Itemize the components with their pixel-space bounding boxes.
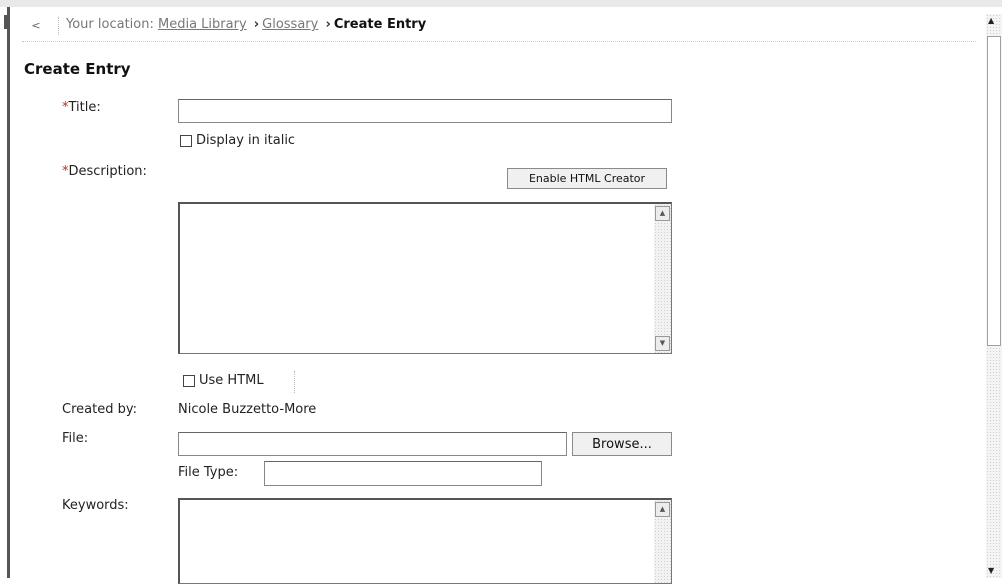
use-html-checkbox[interactable]: Use HTML: [183, 373, 264, 388]
window-top-edge: [0, 0, 1002, 7]
italic-checkbox[interactable]: Display in italic: [180, 133, 295, 148]
file-type-label: File Type:: [178, 465, 239, 480]
breadcrumb-link-glossary[interactable]: Glossary: [262, 17, 318, 32]
page-scrollbar[interactable]: ▲ ▼: [986, 14, 1002, 578]
description-label: *Description:: [62, 164, 147, 179]
breadcrumb-arrow: ›: [253, 17, 260, 32]
frame-left-marker: [4, 15, 7, 29]
use-html-label: Use HTML: [199, 373, 264, 388]
enable-html-creator-button[interactable]: Enable HTML Creator: [507, 168, 667, 189]
divider: [294, 371, 295, 393]
created-by-value: Nicole Buzzetto-More: [178, 402, 317, 417]
file-path-input[interactable]: [178, 432, 567, 456]
breadcrumb-prefix: Your location:: [66, 17, 154, 32]
page-title: Create Entry: [24, 60, 131, 78]
breadcrumb: Your location: Media Library › Glossary ›…: [66, 17, 426, 32]
scrollbar-thumb[interactable]: [987, 36, 1001, 346]
breadcrumb-divider: [58, 17, 59, 35]
scroll-up-arrow-icon[interactable]: ▲: [655, 206, 670, 221]
file-label: File:: [62, 431, 89, 446]
textarea-scrollbar[interactable]: [654, 204, 671, 353]
browse-button[interactable]: Browse...: [572, 432, 672, 456]
scroll-up-arrow-icon[interactable]: ▲: [655, 502, 670, 517]
created-by-label: Created by:: [62, 402, 137, 417]
breadcrumb-current: Create Entry: [333, 17, 427, 32]
frame-left-border: [7, 7, 10, 578]
breadcrumb-bar: < Your location: Media Library › Glossary…: [22, 13, 976, 42]
breadcrumb-arrow: ›: [325, 17, 331, 32]
italic-checkbox-label: Display in italic: [196, 133, 296, 148]
breadcrumb-link-media-library[interactable]: Media Library: [158, 17, 247, 32]
scroll-down-arrow-icon[interactable]: ▼: [655, 336, 670, 351]
scroll-up-arrow-icon[interactable]: ▲: [988, 16, 994, 25]
checkbox-box[interactable]: [180, 134, 192, 147]
file-type-input[interactable]: [264, 461, 542, 486]
title-label: *Title:: [62, 100, 101, 115]
keywords-textarea[interactable]: ▲: [178, 498, 672, 584]
scroll-down-arrow-icon[interactable]: ▼: [988, 566, 994, 575]
left-chevron-icon[interactable]: <: [28, 18, 44, 34]
title-input[interactable]: [178, 99, 672, 123]
description-textarea[interactable]: ▲ ▼: [178, 202, 672, 354]
keywords-label: Keywords:: [62, 498, 129, 513]
checkbox-box[interactable]: [183, 374, 195, 387]
